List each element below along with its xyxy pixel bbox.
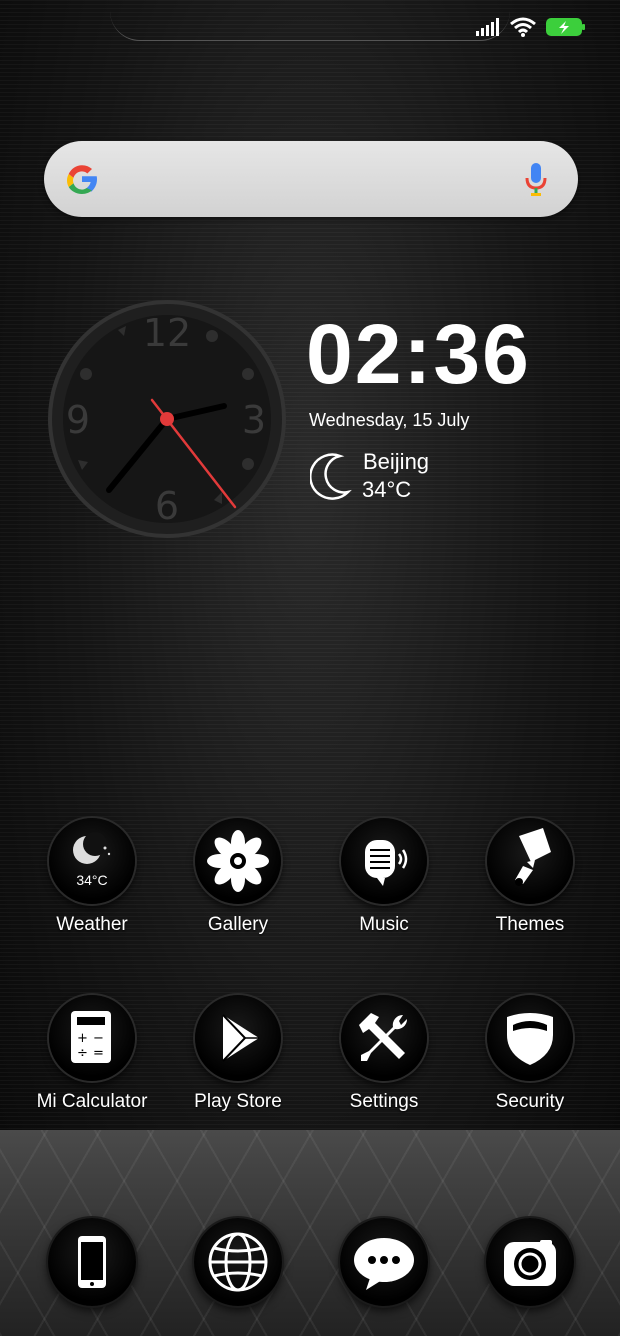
svg-text:+: + (77, 1031, 88, 1046)
tools-icon (341, 995, 427, 1081)
mic-icon[interactable] (522, 161, 550, 199)
status-bar (0, 0, 620, 56)
weather-icon-temp: 34°C (76, 872, 108, 888)
message-icon[interactable] (340, 1218, 428, 1306)
app-label: Play Store (194, 1091, 282, 1112)
paintbrush-icon (487, 818, 573, 904)
calculator-icon: + − ÷ = (49, 995, 135, 1081)
play-icon (195, 995, 281, 1081)
weather-icon: 34°C (49, 818, 135, 904)
app-label: Themes (495, 914, 565, 935)
camera-icon[interactable] (486, 1218, 574, 1306)
svg-text:÷: ÷ (77, 1046, 88, 1061)
clock-number-3: 3 (242, 398, 266, 442)
shield-icon (487, 995, 573, 1081)
battery-charging-icon (546, 18, 585, 36)
weather-city[interactable]: Beijing (363, 449, 429, 475)
flower-icon (195, 818, 281, 904)
dock (0, 1130, 620, 1336)
globe-icon[interactable] (194, 1218, 282, 1306)
svg-text:=: = (93, 1046, 104, 1061)
app-label: Security (495, 1091, 565, 1112)
app-label: Music (359, 914, 409, 935)
status-icons (476, 17, 586, 37)
google-search-bar[interactable] (44, 141, 578, 217)
app-play-store[interactable]: Play Store (163, 995, 313, 1113)
google-icon (67, 165, 97, 194)
digital-time[interactable]: 02:36 (306, 306, 531, 402)
app-label: Gallery (207, 914, 269, 935)
app-themes[interactable]: Themes (455, 818, 605, 936)
notch-outline (110, 0, 510, 41)
app-music[interactable]: Music (309, 818, 459, 936)
clock-number-12: 12 (143, 311, 191, 355)
app-weather[interactable]: 34°C Weather (17, 818, 167, 936)
wifi-icon (510, 17, 536, 37)
clock-number-6: 6 (155, 484, 179, 528)
app-settings[interactable]: Settings (309, 995, 459, 1113)
signal-icon (476, 18, 499, 36)
weather-temperature[interactable]: 34°C (362, 477, 411, 503)
phone-icon[interactable] (48, 1218, 136, 1306)
date-text[interactable]: Wednesday, 15 July (309, 410, 469, 431)
moon-icon (310, 453, 352, 500)
music-icon (341, 818, 427, 904)
app-security[interactable]: Security (455, 995, 605, 1113)
app-mi-calculator[interactable]: + − ÷ = Mi Calculator (17, 995, 167, 1113)
analog-clock-widget[interactable]: 12 3 6 9 (48, 300, 286, 538)
app-label: Weather (56, 914, 128, 935)
svg-text:−: − (93, 1031, 104, 1046)
app-gallery[interactable]: Gallery (163, 818, 313, 936)
clock-number-9: 9 (66, 398, 90, 442)
app-label: Mi Calculator (36, 1091, 148, 1112)
app-label: Settings (349, 1091, 419, 1112)
